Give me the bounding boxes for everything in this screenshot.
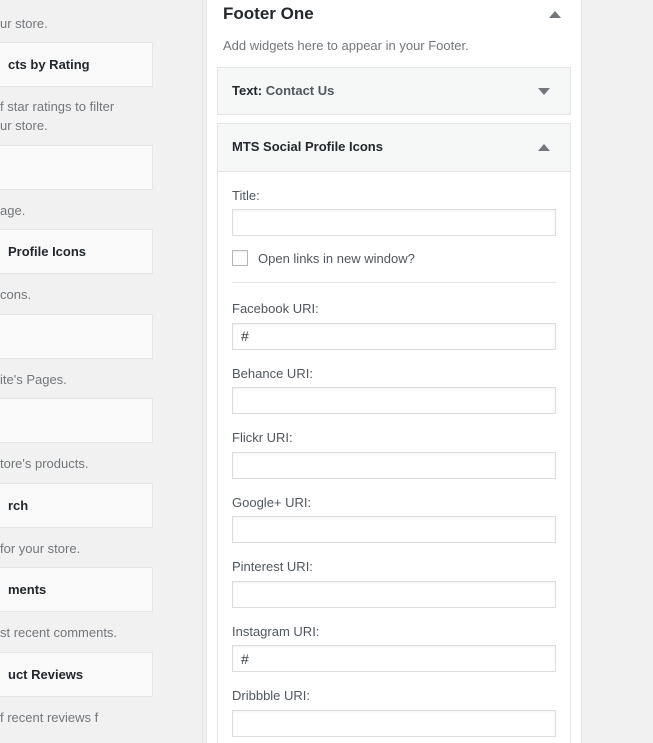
behance-uri-label: Behance URI: [232, 365, 313, 381]
dribbble-uri-input[interactable] [232, 709, 556, 737]
field-open-new-window: Open links in new window? [232, 250, 556, 267]
dribbble-uri-label: Dribbble URI: [232, 688, 311, 704]
widget-description: ur store. [0, 16, 48, 31]
widget-description: ur store. [0, 118, 48, 133]
widgets-admin-screen: ur store. cts by Rating f star ratings t… [0, 0, 653, 743]
title-label: Title: [232, 187, 260, 203]
widget-description: ite's Pages. [0, 371, 67, 387]
field-dribbble-uri: Dribbble URI: [232, 686, 556, 737]
available-widget-item[interactable]: cts by Rating [0, 41, 153, 87]
available-widget-item[interactable] [0, 144, 153, 190]
field-behance-uri: Behance URI: [232, 364, 556, 415]
widget-description: tore's products. [0, 456, 89, 471]
widget-header-mts-social-profile-icons[interactable]: MTS Social Profile Icons [218, 124, 570, 172]
title-input[interactable] [232, 209, 556, 237]
pinterest-uri-input[interactable] [232, 580, 556, 608]
widget-description: for your store. [0, 540, 81, 556]
sidebar-description: Add widgets here to appear in your Foote… [223, 37, 469, 53]
instagram-uri-input[interactable] [232, 645, 556, 673]
available-widget-item[interactable]: Profile Icons [0, 229, 153, 274]
page-title: Footer One [223, 4, 314, 23]
available-widget-item[interactable]: rch [0, 482, 153, 528]
triangle-down-icon[interactable] [534, 81, 554, 101]
widgets-list: Text: Contact Us MTS Social Profile Icon… [207, 59, 581, 743]
widget-form-mts-social-profile-icons: Title: Open links in new window? Faceboo… [218, 171, 570, 743]
available-widget-title: ments [8, 582, 47, 597]
footer-one-sidebar-panel: Footer One Add widgets here to appear in… [206, 0, 582, 743]
widget-description: st recent comments. [0, 625, 118, 640]
open-new-window-checkbox[interactable] [232, 250, 248, 267]
sidebar-column: Footer One Add widgets here to appear in… [204, 0, 653, 743]
field-title: Title: [232, 186, 556, 237]
widget-card-text: Text: Contact Us [217, 67, 571, 116]
flickr-uri-label: Flickr URI: [232, 430, 293, 446]
open-new-window-label: Open links in new window? [258, 250, 415, 266]
widget-card-mts-social-profile-icons: MTS Social Profile Icons Title: Open lin… [217, 123, 571, 743]
field-flickr-uri: Flickr URI: [232, 428, 556, 479]
available-widget-item[interactable]: ments [0, 567, 153, 612]
widget-description: f star ratings to filter [0, 98, 115, 114]
available-widget-title: cts by Rating [8, 56, 90, 72]
form-divider [232, 282, 556, 284]
available-widget-title: Profile Icons [8, 244, 87, 259]
triangle-up-icon[interactable] [534, 138, 554, 158]
available-widget-title: uct Reviews [8, 666, 84, 682]
field-googleplus-uri: Google+ URI: [232, 493, 556, 544]
available-widget-item[interactable] [0, 313, 153, 359]
available-widgets-column: ur store. cts by Rating f star ratings t… [0, 0, 203, 743]
field-instagram-uri: Instagram URI: [232, 622, 556, 673]
widget-description: f recent reviews f [0, 709, 99, 725]
googleplus-uri-label: Google+ URI: [232, 494, 312, 510]
widget-label: Text: Contact Us [232, 83, 334, 98]
flickr-uri-input[interactable] [232, 451, 556, 479]
facebook-uri-input[interactable] [232, 322, 556, 350]
instagram-uri-label: Instagram URI: [232, 623, 320, 639]
available-widget-item[interactable]: uct Reviews [0, 651, 153, 697]
field-pinterest-uri: Pinterest URI: [232, 557, 556, 608]
facebook-uri-label: Facebook URI: [232, 301, 319, 317]
field-facebook-uri: Facebook URI: [232, 299, 556, 350]
widget-type-label: Text: [232, 83, 263, 99]
widget-label: MTS Social Profile Icons [232, 139, 383, 154]
widget-type-label: MTS Social Profile Icons [232, 139, 383, 155]
widget-description: cons. [0, 287, 32, 302]
widget-header-text[interactable]: Text: Contact Us [218, 68, 570, 115]
available-widget-item[interactable] [0, 398, 153, 443]
googleplus-uri-input[interactable] [232, 516, 556, 544]
triangle-up-icon[interactable] [545, 4, 565, 24]
sidebar-header: Footer One Add widgets here to appear in… [207, 0, 581, 59]
widget-instance-title: Contact Us [265, 83, 335, 99]
widget-description: age. [0, 202, 26, 218]
available-widget-title: rch [8, 497, 29, 513]
pinterest-uri-label: Pinterest URI: [232, 559, 313, 575]
behance-uri-input[interactable] [232, 387, 556, 415]
